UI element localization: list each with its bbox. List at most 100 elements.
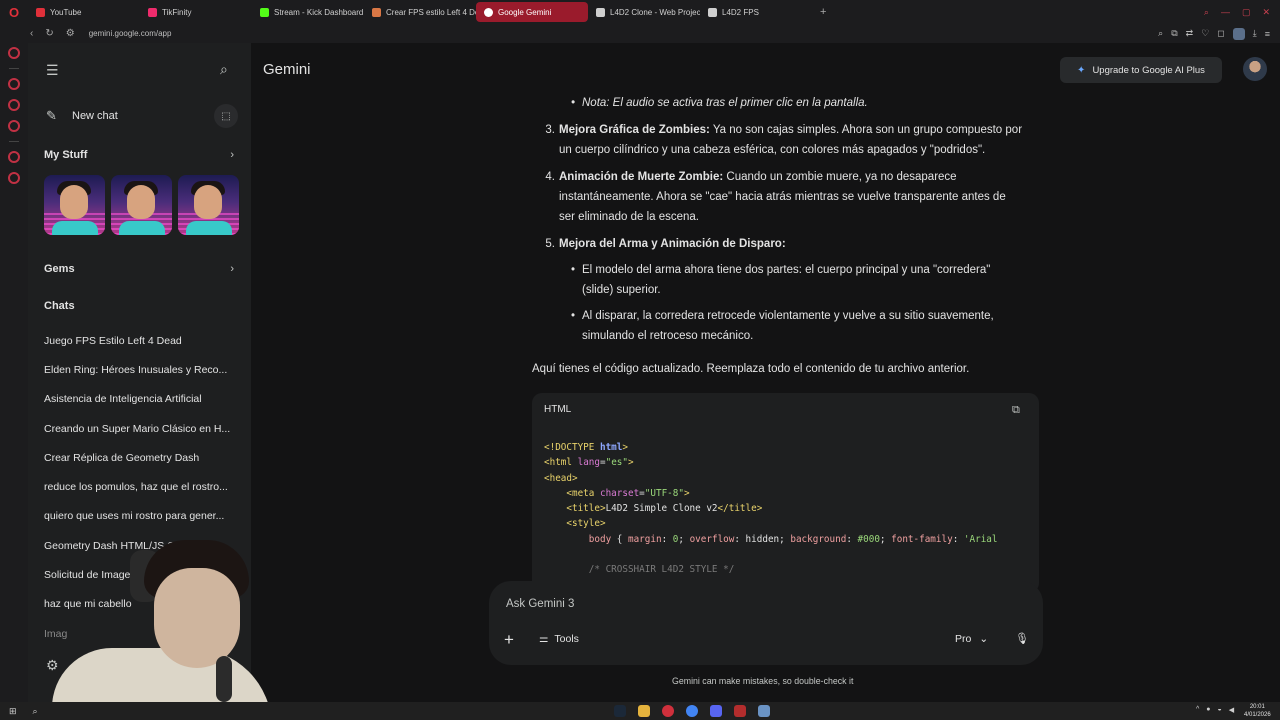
bookmark-heart-icon[interactable]: ♡ — [1201, 28, 1209, 39]
code-token: charset — [599, 487, 640, 499]
chat-item[interactable]: Creando un Super Mario Clásico en H... — [44, 414, 240, 443]
settings-icon[interactable] — [8, 172, 20, 184]
chat-item[interactable]: Elden Ring: Héroes Inusuales y Reco... — [44, 355, 240, 384]
chevron-up-icon[interactable]: ^ — [1196, 706, 1199, 714]
minimize-icon[interactable]: — — [1221, 7, 1230, 18]
new-chat-button[interactable]: ✎ New chat ⬚ — [42, 104, 238, 128]
tab-l4d2-clone[interactable]: L4D2 Clone - Web Project — [588, 2, 700, 22]
start-icon[interactable]: ⊞ — [0, 706, 17, 717]
whatsapp-icon[interactable] — [8, 99, 20, 111]
instagram-icon[interactable] — [8, 120, 20, 132]
account-avatar[interactable] — [1243, 57, 1267, 81]
sub-bullet-text: (slide) superior. — [582, 284, 661, 296]
list-item-text: Cuando un zombie muere, ya no desaparece — [726, 171, 957, 183]
network-icon[interactable]: ◒ — [1218, 706, 1222, 714]
copy-code-icon[interactable]: ⧉ — [1012, 404, 1020, 417]
site-info-icon[interactable]: ⚙ — [66, 28, 75, 39]
chevron-down-icon: ⌄ — [979, 633, 989, 645]
code-token: <html — [544, 457, 578, 469]
tab-youtube[interactable]: YouTube — [28, 2, 140, 22]
nav-buttons: ‹ ↻ ⚙ — [0, 28, 75, 39]
list-item: 4. Animación de Muerte Zombie: Cuando un… — [545, 167, 1039, 227]
upgrade-label: Upgrade to Google AI Plus — [1092, 64, 1205, 76]
game-icon[interactable] — [734, 705, 746, 717]
prompt-input-box[interactable]: Ask Gemini 3 + ⚌ Tools Pro ⌄ 🎙 — [489, 581, 1043, 665]
tab-crear-fps[interactable]: Crear FPS estilo Left 4 De — [364, 2, 476, 22]
tab-kick-dashboard[interactable]: Stream - Kick Dashboard — [252, 2, 364, 22]
tab-l4d2-fps[interactable]: L4D2 FPS — [700, 2, 812, 22]
maximize-icon[interactable]: ▢ — [1242, 7, 1251, 18]
code-content[interactable]: <!DOCTYPE html> <html lang="es"> <head> … — [544, 440, 998, 578]
translate-icon[interactable]: ⇄ — [1186, 28, 1194, 39]
profile-avatar[interactable] — [1232, 27, 1245, 40]
back-icon[interactable]: ‹ — [30, 28, 33, 39]
snapshot-icon[interactable]: ◻ — [1217, 28, 1224, 39]
list-item-title: Mejora del Arma y Animación de Disparo: — [559, 238, 786, 250]
search-icon[interactable]: ⌕ — [33, 706, 38, 717]
rail-divider — [9, 141, 19, 142]
my-stuff-row[interactable]: My Stuff › — [44, 147, 234, 163]
download-icon[interactable]: ⤓ — [1253, 28, 1257, 39]
generated-image-thumbnail[interactable] — [111, 175, 172, 235]
mic-tray-icon[interactable]: ● — [1206, 706, 1210, 714]
close-icon[interactable]: ✕ — [1262, 7, 1270, 18]
code-token: /* CROSSHAIR L4D2 STYLE */ — [588, 564, 735, 576]
gems-row[interactable]: Gems › — [44, 261, 234, 277]
chat-item[interactable]: Juego FPS Estilo Left 4 Dead — [44, 326, 240, 355]
search-icon[interactable]: ⌕ — [220, 61, 228, 78]
list-item: 3. Mejora Gráfica de Zombies: Ya no son … — [545, 120, 1039, 160]
add-attachment-icon[interactable]: + — [504, 630, 514, 650]
code-token: <meta — [566, 487, 600, 499]
menu-icon[interactable]: ≡ — [1265, 29, 1270, 39]
code-token: : — [846, 533, 858, 545]
sub-bullet-text: Al disparar, la corredera retrocede viol… — [582, 310, 994, 322]
tab-tikfinity[interactable]: TikFinity — [140, 2, 252, 22]
system-tray: ^ ● ◒ ◀ — [1196, 706, 1234, 714]
code-token: 'Arial — [963, 533, 998, 545]
history-icon[interactable] — [8, 151, 20, 163]
code-token: <!DOCTYPE — [544, 442, 600, 453]
address-bar: ‹ ↻ ⚙ gemini.google.com/app ⌕ ⧉ ⇄ ♡ ◻ ⤓ … — [0, 24, 1280, 43]
code-language-label: HTML — [544, 404, 572, 415]
person-face — [154, 568, 240, 668]
url-field[interactable]: gemini.google.com/app — [89, 29, 172, 38]
microphone-icon[interactable]: 🎙 — [1015, 632, 1029, 645]
hamburger-menu-icon[interactable]: ☰ — [46, 62, 59, 79]
tools-button[interactable]: ⚌ Tools — [539, 633, 579, 645]
taskbar-clock[interactable]: 20:01 4/01/2026 — [1244, 703, 1271, 719]
gemini-spark-icon — [484, 7, 493, 17]
generated-image-thumbnail[interactable] — [178, 175, 239, 235]
chrome-icon[interactable] — [686, 705, 698, 717]
messenger-icon[interactable] — [8, 78, 20, 90]
chat-item[interactable]: Crear Réplica de Geometry Dash — [44, 443, 240, 472]
opera-icon[interactable] — [662, 705, 674, 717]
opera-logo-icon[interactable]: O — [0, 0, 28, 24]
chat-item[interactable]: quiero que uses mi rostro para gener... — [44, 502, 240, 531]
tab-google-gemini[interactable]: Google Gemini — [476, 2, 588, 22]
sidebar-header: ☰ ⌕ — [28, 57, 251, 81]
code-token: ; — [678, 533, 690, 545]
reload-icon[interactable]: ↻ — [45, 28, 53, 39]
install-app-icon[interactable]: ⧉ — [1171, 28, 1177, 39]
app-icon[interactable] — [758, 705, 770, 717]
app-title[interactable]: Gemini — [263, 61, 311, 78]
prompt-placeholder[interactable]: Ask Gemini 3 — [506, 598, 574, 610]
chat-item[interactable]: reduce los pomulos, haz que el rostro... — [44, 472, 240, 501]
search-tabs-icon[interactable]: ⌕ — [1204, 7, 1209, 18]
list-item-title: Animación de Muerte Zombie: — [559, 171, 724, 183]
code-block: HTML ⧉ <!DOCTYPE html> <html lang="es"> … — [532, 393, 1039, 593]
file-explorer-icon[interactable] — [638, 705, 650, 717]
upgrade-button[interactable]: ✦ Upgrade to Google AI Plus — [1060, 57, 1222, 83]
volume-icon[interactable]: ◀ — [1229, 706, 1234, 714]
discord-icon[interactable] — [710, 705, 722, 717]
new-tab-button[interactable]: + — [812, 6, 834, 18]
temporary-chat-icon[interactable]: ⬚ — [214, 104, 238, 128]
aria-icon[interactable] — [8, 47, 20, 59]
document-icon — [708, 7, 717, 17]
chat-item[interactable]: Asistencia de Inteligencia Artificial — [44, 385, 240, 414]
steam-icon[interactable] — [614, 705, 626, 717]
zoom-icon[interactable]: ⌕ — [1158, 28, 1163, 39]
person-body — [52, 648, 272, 702]
generated-image-thumbnail[interactable] — [44, 175, 105, 235]
model-selector[interactable]: Pro ⌄ — [955, 633, 988, 645]
